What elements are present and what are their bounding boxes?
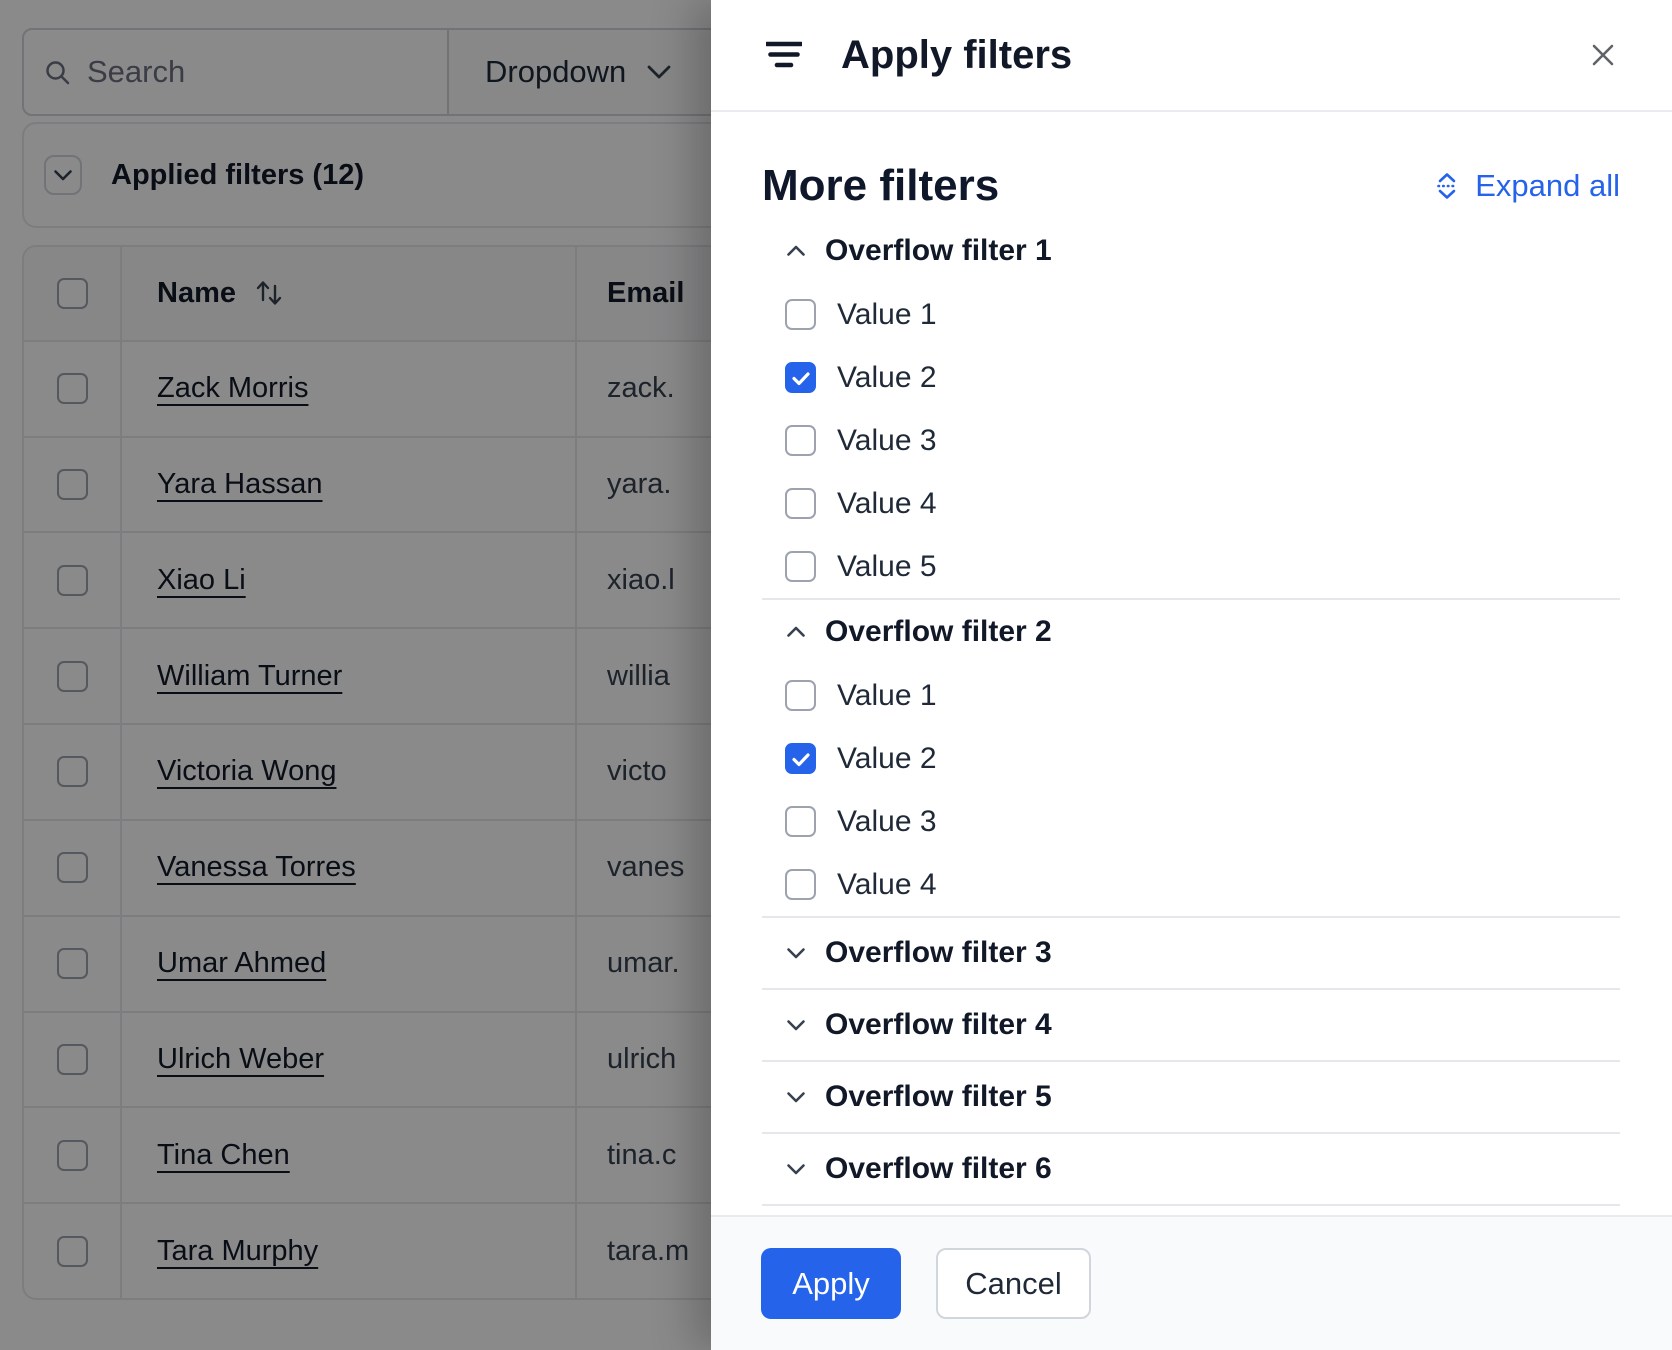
chevron-down-icon (786, 1163, 806, 1175)
filter-section: Overflow filter 2 Value 1 Value 2 Value … (762, 600, 1620, 918)
more-filters-row: More filters Expand all (762, 162, 1620, 209)
filter-checkbox[interactable] (785, 869, 816, 900)
apply-filters-panel: Apply filters More filters Expand all (711, 0, 1672, 1350)
filter-checkbox[interactable] (785, 680, 816, 711)
filter-checkbox[interactable] (785, 299, 816, 330)
filter-checkbox[interactable] (785, 488, 816, 519)
chevron-down-icon (786, 1091, 806, 1103)
filter-section-header[interactable]: Overflow filter 5 (762, 1062, 1620, 1132)
filter-section: Overflow filter 3 (762, 918, 1620, 990)
chevron-up-icon (786, 245, 806, 257)
filter-option: Value 1 (762, 283, 1620, 346)
filter-section: Overflow filter 4 (762, 990, 1620, 1062)
filter-option: Value 5 (762, 535, 1620, 598)
section-divider (762, 1204, 1620, 1206)
filter-option: Value 2 (762, 346, 1620, 409)
app-root: Search Dropdown Applied filters (12) (0, 0, 1672, 1350)
filter-option: Value 4 (762, 853, 1620, 916)
filter-section-header[interactable]: Overflow filter 3 (762, 918, 1620, 988)
panel-body: More filters Expand all Overflow fi (711, 112, 1672, 1215)
filter-section: Overflow filter 5 (762, 1062, 1620, 1134)
close-icon (1591, 43, 1615, 67)
filter-option: Value 1 (762, 664, 1620, 727)
filter-option: Value 3 (762, 790, 1620, 853)
filter-checkbox[interactable] (785, 743, 816, 774)
apply-button[interactable]: Apply (761, 1248, 901, 1319)
expand-vertical-icon (1435, 171, 1459, 201)
filter-checkbox[interactable] (785, 806, 816, 837)
filter-option: Value 4 (762, 472, 1620, 535)
filter-checkbox[interactable] (785, 362, 816, 393)
filter-option: Value 2 (762, 727, 1620, 790)
filter-option: Value 3 (762, 409, 1620, 472)
chevron-down-icon (786, 1019, 806, 1031)
check-icon (791, 370, 811, 386)
filter-section-header[interactable]: Overflow filter 1 (762, 219, 1620, 283)
chevron-up-icon (786, 626, 806, 638)
filter-section-header[interactable]: Overflow filter 6 (762, 1134, 1620, 1204)
filter-section-header[interactable]: Overflow filter 4 (762, 990, 1620, 1060)
cancel-button[interactable]: Cancel (936, 1248, 1091, 1319)
panel-title: Apply filters (841, 33, 1072, 78)
filter-checkbox[interactable] (785, 551, 816, 582)
filter-section: Overflow filter 6 (762, 1134, 1620, 1206)
expand-all-button[interactable]: Expand all (1435, 168, 1620, 204)
close-button[interactable] (1591, 43, 1615, 67)
chevron-down-icon (786, 947, 806, 959)
filter-section: Overflow filter 1 Value 1 Value 2 Value … (762, 219, 1620, 600)
filter-checkbox[interactable] (785, 425, 816, 456)
filter-bars-icon (766, 41, 802, 69)
panel-header: Apply filters (711, 0, 1672, 112)
check-icon (791, 751, 811, 767)
more-filters-heading: More filters (762, 161, 999, 211)
panel-footer: Apply Cancel (711, 1215, 1672, 1350)
filter-section-header[interactable]: Overflow filter 2 (762, 600, 1620, 664)
